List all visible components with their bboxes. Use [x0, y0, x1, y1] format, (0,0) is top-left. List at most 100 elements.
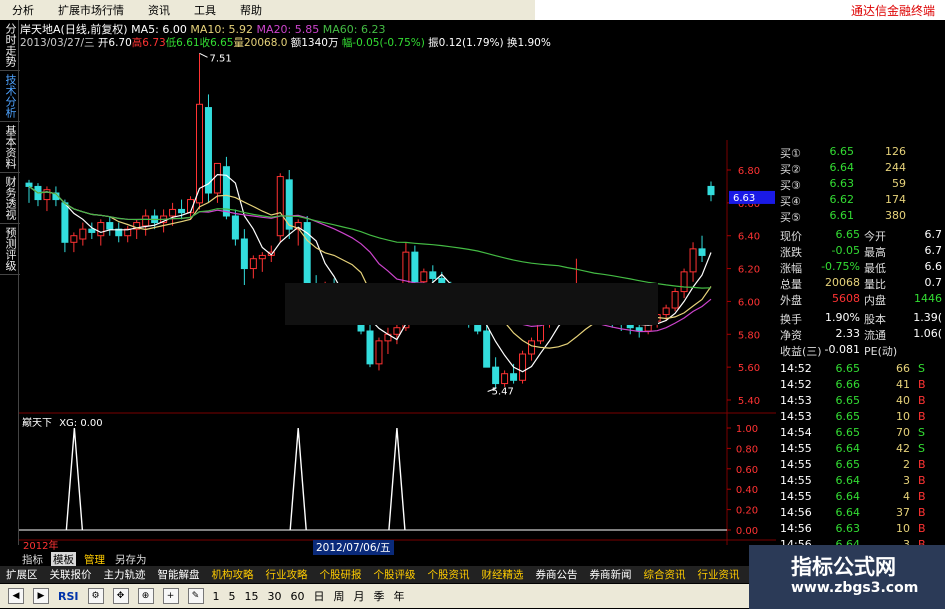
- menu-institution[interactable]: 机构攻略: [206, 567, 260, 582]
- indicator-spike: [65, 427, 84, 531]
- tick-row: 14:54 6.65 70 S: [776, 426, 945, 442]
- indicator-spike: [388, 427, 406, 531]
- low-value: 低6.61: [165, 37, 200, 49]
- move-icon[interactable]: ✥: [112, 588, 129, 604]
- candle-body: [707, 185, 715, 196]
- tab-template[interactable]: 模板: [51, 552, 76, 567]
- zoom-in-icon[interactable]: +: [162, 588, 179, 604]
- candle-body: [528, 340, 536, 355]
- tab-indicator[interactable]: 指标: [20, 552, 45, 567]
- menu-item-tools[interactable]: 工具: [182, 2, 228, 18]
- rsi-button[interactable]: RSI: [58, 590, 79, 603]
- indicator-axis-label: 0.80: [736, 444, 758, 455]
- menu-main-force[interactable]: 主力轨迹: [98, 567, 152, 582]
- tick-price: 6.64: [835, 474, 861, 487]
- menu-finance-picks[interactable]: 财经精选: [476, 567, 530, 582]
- back-icon[interactable]: ◀: [8, 588, 24, 604]
- candle-body: [483, 330, 491, 368]
- ad-banner: 通达信金融终端: [535, 0, 945, 20]
- stat-label-2: 最低: [864, 262, 886, 275]
- indicator-spike: [289, 427, 307, 531]
- menu-smart-analysis[interactable]: 智能解盘: [152, 567, 206, 582]
- candle-body: [375, 340, 383, 365]
- menu-broker-news[interactable]: 券商新闻: [584, 567, 638, 582]
- menu-industry[interactable]: 行业攻略: [260, 567, 314, 582]
- period-5min[interactable]: 5: [229, 590, 236, 603]
- tab-fundamentals[interactable]: 基本资料: [0, 122, 20, 173]
- menu-industry-news[interactable]: 行业资讯: [692, 567, 746, 582]
- period-day[interactable]: 日: [314, 588, 325, 604]
- tab-save-as[interactable]: 另存为: [113, 552, 149, 567]
- price-axis-label: 5.80: [738, 330, 760, 341]
- bid-price: 6.64: [829, 161, 855, 174]
- candle-body: [671, 291, 679, 309]
- indicator-axis-label: 0.00: [736, 526, 758, 537]
- menu-stock-report[interactable]: 个股研报: [314, 567, 368, 582]
- period-week[interactable]: 周: [334, 588, 345, 604]
- tab-financials[interactable]: 财务透视: [0, 173, 20, 224]
- forward-icon[interactable]: ▶: [33, 588, 49, 604]
- tab-technical-analysis[interactable]: 技术分析: [0, 71, 20, 122]
- menu-item-help[interactable]: 帮助: [228, 2, 274, 18]
- bid-label: 买⑤: [780, 211, 801, 224]
- menu-stock-news[interactable]: 个股资讯: [422, 567, 476, 582]
- tick-price: 6.65: [835, 458, 861, 471]
- period-year[interactable]: 年: [394, 588, 405, 604]
- settings-icon[interactable]: ⚙: [87, 588, 104, 604]
- period-60min[interactable]: 60: [291, 590, 305, 603]
- candle-body: [411, 251, 419, 283]
- bid-volume: 174: [885, 193, 906, 206]
- bid-row: 买⑤ 6.61 380: [776, 209, 945, 225]
- price-axis-label: 5.60: [738, 363, 760, 374]
- tick-row: 14:53 6.65 40 B: [776, 394, 945, 410]
- tick-volume: 3: [903, 474, 910, 487]
- tick-side: B: [918, 458, 926, 471]
- candle-body: [510, 373, 518, 381]
- bid-price: 6.61: [829, 209, 855, 222]
- tick-side: B: [918, 506, 926, 519]
- menu-extended[interactable]: 扩展区: [0, 567, 44, 582]
- menu-item-extended-market[interactable]: 扩展市场行情: [46, 2, 136, 18]
- menu-item-analysis[interactable]: 分析: [0, 2, 46, 18]
- bid-volume: 126: [885, 145, 906, 158]
- tick-row: 14:56 6.64 37 B: [776, 506, 945, 522]
- indicator-axis-label: 1.00: [736, 424, 758, 435]
- candle-body: [680, 271, 688, 293]
- turnover-value: 换1.90%: [506, 37, 551, 49]
- period-quarter[interactable]: 季: [374, 588, 385, 604]
- tab-manage[interactable]: 管理: [82, 552, 107, 567]
- pen-icon[interactable]: ✎: [187, 588, 204, 604]
- candle-body: [61, 202, 69, 243]
- bid-label: 买④: [780, 195, 801, 208]
- low-marker: 5.47: [492, 387, 514, 398]
- candle-body: [70, 235, 78, 243]
- period-toolbar: ◀ ▶ RSI ⚙ ✥ ⊕ + ✎ 1 5 15 30 60 日 周 月 季 年: [0, 584, 750, 608]
- tick-volume: 4: [903, 490, 910, 503]
- menu-item-news[interactable]: 资讯: [136, 2, 182, 18]
- bid-label: 买②: [780, 163, 801, 176]
- tick-volume: 41: [896, 378, 910, 391]
- period-15min[interactable]: 15: [245, 590, 259, 603]
- zoom-icon[interactable]: ⊕: [137, 588, 154, 604]
- tick-price: 6.64: [835, 506, 861, 519]
- stat-label: 净资: [780, 329, 802, 342]
- ad-text[interactable]: 通达信金融终端: [851, 2, 935, 19]
- high-marker: 7.51: [210, 53, 232, 64]
- info-menu: 扩展区 关联报价 主力轨迹 智能解盘 机构攻略 行业攻略 个股研报 个股评级 个…: [0, 566, 750, 583]
- tick-time: 14:54: [780, 426, 812, 439]
- period-1min[interactable]: 1: [213, 590, 220, 603]
- period-month[interactable]: 月: [354, 588, 365, 604]
- tick-volume: 2: [903, 458, 910, 471]
- tab-forecast[interactable]: 预测评级: [0, 224, 20, 275]
- menu-broker-notice[interactable]: 券商公告: [530, 567, 584, 582]
- tick-volume: 10: [896, 522, 910, 535]
- tick-time: 14:52: [780, 378, 812, 391]
- stat-label-2: 股本: [864, 313, 886, 326]
- menu-related-quotes[interactable]: 关联报价: [44, 567, 98, 582]
- menu-general-news[interactable]: 综合资讯: [638, 567, 692, 582]
- stat-label: 换手: [780, 313, 802, 326]
- candle-body: [204, 107, 212, 194]
- tab-intraday[interactable]: 分时走势: [0, 20, 20, 71]
- period-30min[interactable]: 30: [268, 590, 282, 603]
- menu-stock-rating[interactable]: 个股评级: [368, 567, 422, 582]
